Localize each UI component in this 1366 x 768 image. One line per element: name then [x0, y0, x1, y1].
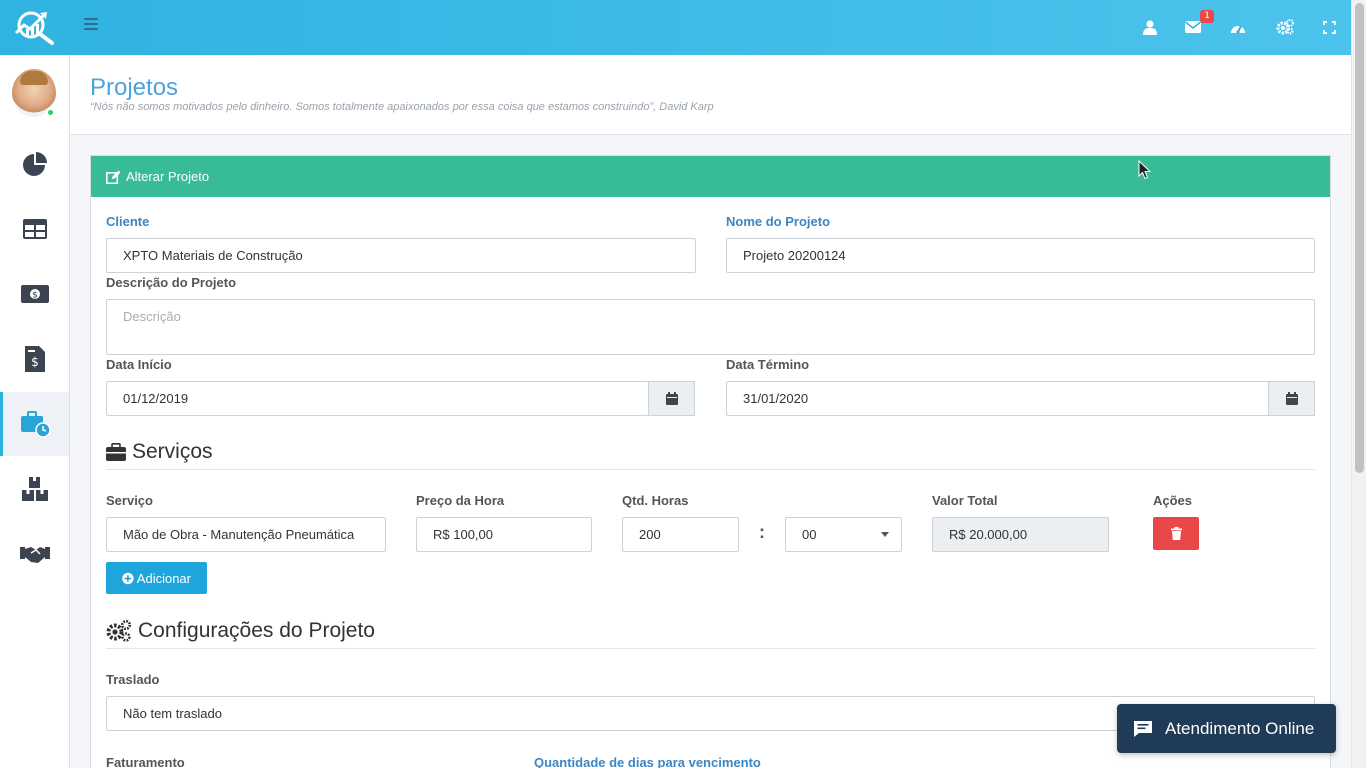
pie-chart-icon — [22, 152, 47, 176]
data-termino-calendar-button[interactable] — [1268, 381, 1315, 416]
adicionar-button-label: Adicionar — [136, 570, 191, 586]
invoice-icon: $ — [24, 346, 45, 372]
faturamento-label: Faturamento — [106, 755, 185, 768]
servico-field[interactable]: Mão de Obra - Manutenção Pneumática — [106, 517, 386, 552]
user-avatar[interactable] — [12, 69, 56, 117]
config-section-title: Configurações do Projeto — [106, 619, 375, 643]
menu-toggle-icon[interactable] — [84, 18, 98, 34]
cogs-icon[interactable] — [1274, 16, 1296, 38]
calendar-icon — [665, 392, 678, 405]
valor-total-label: Valor Total — [932, 493, 998, 508]
data-inicio-calendar-button[interactable] — [648, 381, 695, 416]
svg-text:$: $ — [32, 291, 38, 301]
calendar-icon — [1285, 392, 1298, 405]
handshake-icon — [19, 547, 50, 563]
data-termino-label: Data Término — [726, 357, 810, 372]
time-separator: : — [759, 522, 765, 542]
sidebar-item-parceiros[interactable] — [0, 522, 69, 586]
config-divider — [106, 648, 1315, 649]
mouse-cursor-icon — [1138, 159, 1152, 184]
scrollbar-thumb[interactable] — [1355, 3, 1364, 473]
delete-servico-button[interactable] — [1153, 517, 1199, 550]
minutos-select[interactable]: 00 — [785, 517, 902, 552]
atendimento-online-button[interactable]: Atendimento Online — [1117, 704, 1336, 753]
briefcase-icon — [106, 443, 126, 461]
sidebar-item-faturas[interactable]: $ — [0, 327, 69, 391]
cliente-field[interactable]: XPTO Materiais de Construção — [106, 238, 696, 273]
page-scrollbar[interactable] — [1351, 0, 1366, 768]
data-inicio-label: Data Início — [106, 357, 172, 372]
page-header: Projetos “Nós não somos motivados pelo d… — [70, 55, 1351, 135]
sidebar: $ $ — [0, 55, 70, 768]
valor-total-field: R$ 20.000,00 — [932, 517, 1109, 552]
chevron-down-icon — [881, 532, 889, 537]
nome-projeto-field[interactable]: Projeto 20200124 — [726, 238, 1315, 273]
descricao-textarea[interactable]: Descrição — [106, 299, 1315, 355]
servicos-section-title: Serviços — [106, 440, 213, 464]
page-title: Projetos — [90, 74, 179, 101]
sidebar-item-tables[interactable] — [0, 197, 69, 261]
chat-icon — [1134, 720, 1152, 737]
nome-projeto-label: Nome do Projeto — [726, 214, 831, 229]
adicionar-button[interactable]: Adicionar — [106, 562, 207, 594]
servico-label: Serviço — [106, 493, 153, 508]
briefcase-clock-icon — [21, 411, 51, 438]
money-icon: $ — [20, 285, 49, 303]
top-navbar: 1 — [0, 0, 1351, 55]
preco-hora-label: Preço da Hora — [416, 493, 505, 508]
minutos-select-value: 00 — [802, 527, 817, 542]
svg-text:$: $ — [31, 355, 39, 369]
notification-badge: 1 — [1200, 10, 1214, 23]
table-icon — [22, 219, 47, 239]
servicos-title-text: Serviços — [132, 440, 213, 463]
chat-label: Atendimento Online — [1165, 718, 1315, 738]
envelope-icon[interactable]: 1 — [1182, 10, 1214, 38]
traslado-label: Traslado — [106, 672, 160, 687]
servicos-divider — [106, 469, 1315, 470]
trash-icon — [1170, 527, 1182, 540]
cogs-icon — [106, 620, 132, 642]
edit-icon — [106, 170, 121, 184]
dashboard-icon[interactable] — [1227, 16, 1249, 38]
dias-vencimento-label: Quantidade de dias para vencimento — [534, 755, 761, 768]
page-quote: “Nós não somos motivados pelo dinheiro. … — [90, 101, 714, 113]
acoes-label: Ações — [1153, 493, 1193, 508]
user-icon[interactable] — [1139, 16, 1161, 38]
plus-circle-icon — [122, 572, 134, 584]
sidebar-item-dashboard[interactable] — [0, 132, 69, 196]
sidebar-item-estoque[interactable] — [0, 457, 69, 521]
descricao-label: Descrição do Projeto — [106, 275, 237, 290]
sidebar-item-financeiro[interactable]: $ — [0, 262, 69, 326]
data-inicio-field[interactable]: 01/12/2019 — [106, 381, 649, 416]
data-termino-field[interactable]: 31/01/2020 — [726, 381, 1269, 416]
fullscreen-icon[interactable] — [1318, 16, 1340, 38]
online-status-indicator — [46, 108, 55, 117]
qtd-horas-label: Qtd. Horas — [622, 493, 689, 508]
cliente-label: Cliente — [106, 214, 150, 229]
boxes-icon — [21, 477, 48, 501]
qtd-horas-field[interactable]: 200 — [622, 517, 739, 552]
card-header-title: Alterar Projeto — [126, 169, 210, 184]
sidebar-item-projetos[interactable] — [0, 392, 69, 456]
preco-hora-field[interactable]: R$ 100,00 — [416, 517, 592, 552]
app-logo-icon[interactable] — [14, 9, 56, 45]
config-title-text: Configurações do Projeto — [138, 619, 375, 642]
